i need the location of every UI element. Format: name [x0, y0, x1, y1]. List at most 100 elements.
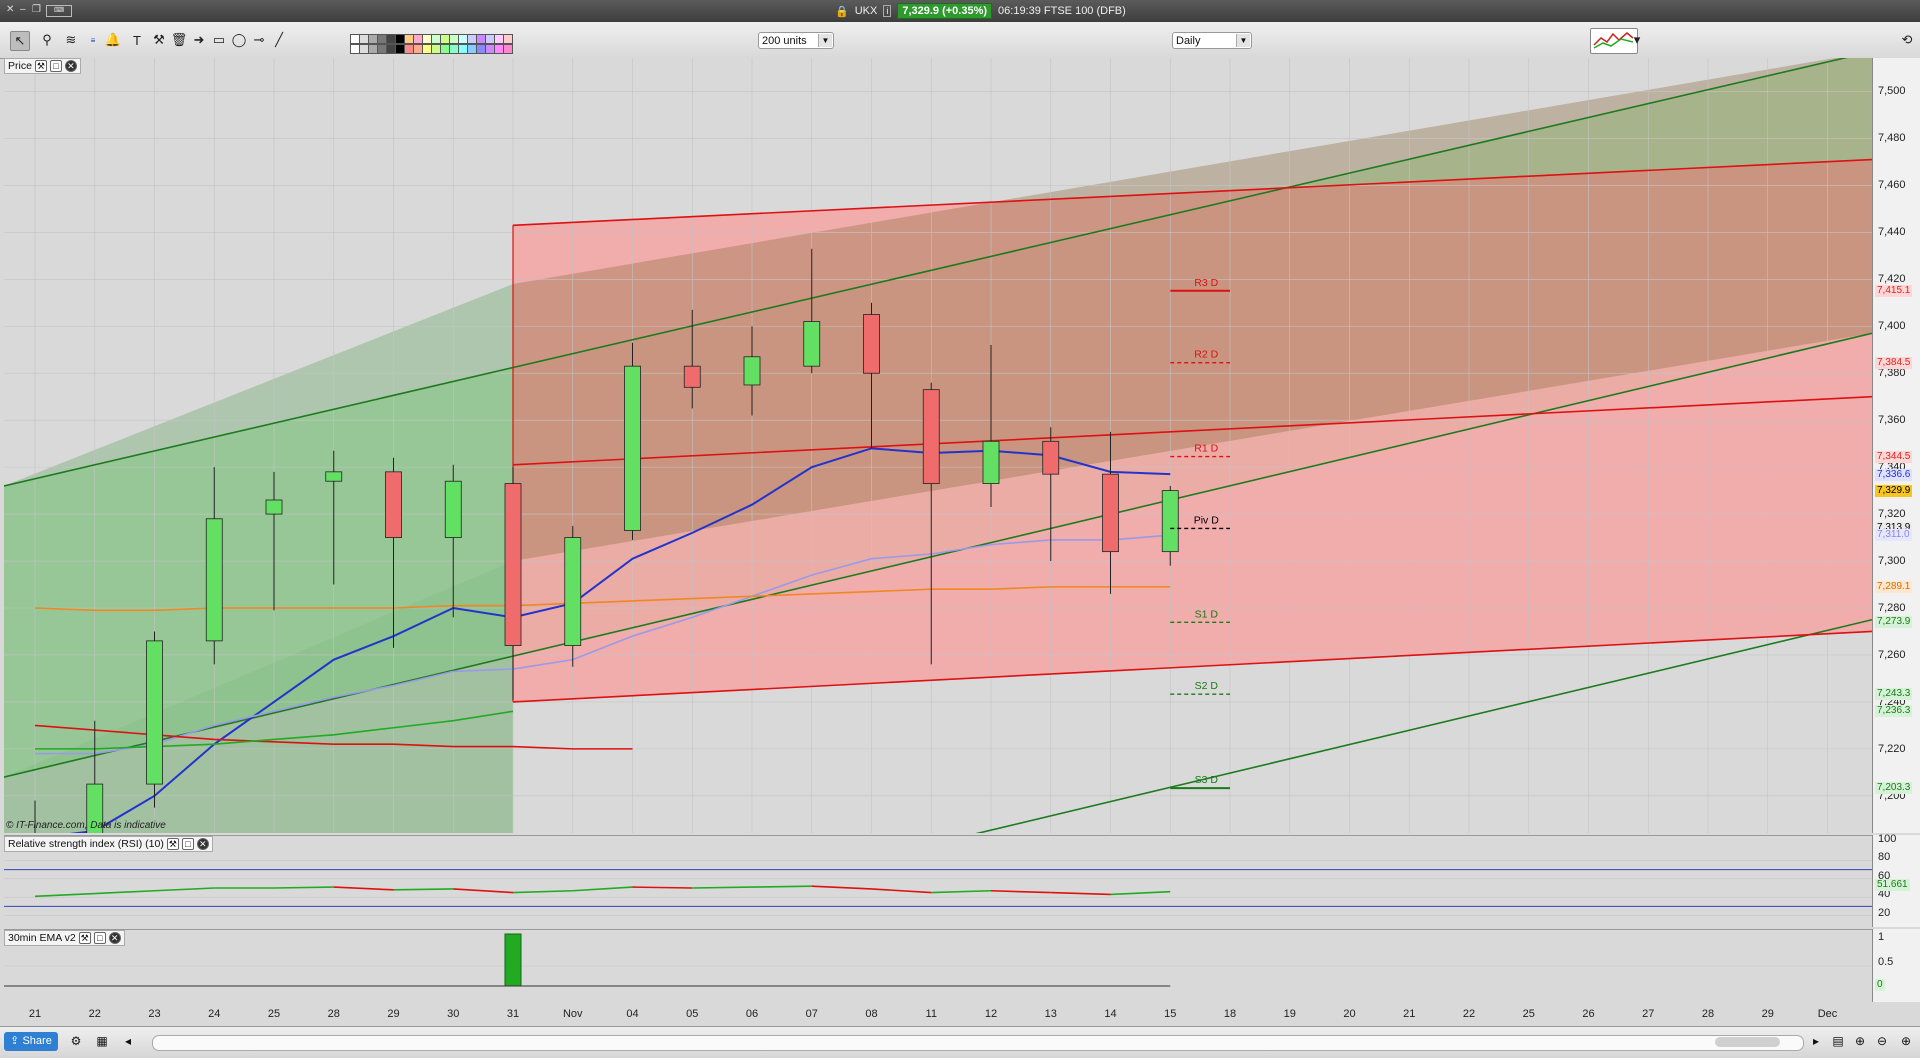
settings-toggle-icon[interactable]: ⟲ — [1898, 31, 1916, 49]
pivot-label: S2 D — [1195, 680, 1219, 692]
lock-icon: 🔒 — [835, 5, 849, 18]
candle[interactable] — [265, 499, 283, 515]
ema-panel-title: 30min EMA v2 — [8, 932, 76, 944]
candle[interactable] — [385, 471, 402, 538]
wrench-icon[interactable]: ⚒ — [78, 932, 91, 944]
close-icon[interactable]: ✕ — [64, 60, 77, 72]
pointer-icon[interactable]: ↖ — [10, 31, 30, 51]
layout-icon[interactable]: ▦ — [94, 1033, 110, 1049]
minimize-icon[interactable]: ‒ — [20, 5, 30, 15]
chart-scale-icon[interactable]: ▤ — [1830, 1033, 1846, 1049]
candle[interactable] — [863, 314, 880, 374]
candle[interactable] — [444, 480, 462, 538]
rsi-line-segment — [1050, 891, 1111, 896]
share-button[interactable]: ⇪ Share — [4, 1032, 58, 1051]
price-tick-label: 7,320 — [1878, 508, 1906, 521]
candle[interactable] — [205, 518, 223, 642]
scroll-right-icon[interactable]: ▸ — [1808, 1033, 1824, 1049]
candle[interactable] — [922, 389, 940, 484]
date-tick-label: Nov — [562, 1008, 583, 1020]
rsi-line-segment — [1110, 890, 1171, 896]
units-select[interactable]: 200 units ▼ — [758, 32, 834, 49]
candle[interactable] — [1042, 440, 1060, 475]
date-tick-label: 13 — [1044, 1008, 1057, 1020]
zoom-fit-icon[interactable]: ⊕ — [1852, 1033, 1868, 1049]
candle[interactable] — [982, 440, 1000, 484]
candle[interactable] — [803, 321, 821, 367]
wrench-icon[interactable]: ⚒ — [34, 60, 47, 72]
rsi-line-segment — [154, 887, 215, 892]
pivot-label: R3 D — [1194, 277, 1218, 289]
wrench-icon[interactable]: ⚒ — [150, 31, 168, 49]
text-tool-icon[interactable]: T — [128, 31, 146, 49]
zoom-in-icon[interactable]: ⊕ — [1898, 1033, 1914, 1049]
price-chart[interactable]: R3 D R2 D R1 D Piv D S1 D S2 D S3 D — [4, 58, 1872, 833]
close-icon[interactable]: ✕ — [108, 932, 121, 944]
price-tick-label: 7,400 — [1878, 320, 1906, 333]
price-axis[interactable]: 7,500 7,480 7,460 7,440 7,420 7,400 7,380 7,360… — [1872, 58, 1920, 849]
maximize-icon[interactable]: □ — [49, 60, 62, 72]
regression-tool-icon[interactable]: ≡ — [84, 31, 102, 49]
wrench-icon[interactable]: ⚒ — [166, 838, 179, 850]
date-tick-label: 22 — [88, 1008, 101, 1020]
close-icon[interactable]: ✕ — [196, 838, 209, 850]
zoom-out-icon[interactable]: ⊖ — [1874, 1033, 1890, 1049]
candle[interactable] — [146, 640, 163, 785]
date-tick-label: 19 — [1283, 1008, 1296, 1020]
alert-bell-icon[interactable]: 🔔 — [104, 31, 122, 49]
ema-panel-header: 30min EMA v2 ⚒ □ ✕ — [4, 930, 125, 946]
color-swatch[interactable] — [503, 44, 513, 54]
date-tick-label: 21 — [28, 1008, 42, 1020]
candle[interactable] — [564, 537, 582, 646]
price-tag: 7,329.9 — [1875, 484, 1913, 497]
line-tool-icon[interactable]: ╱ — [270, 31, 288, 49]
rsi-axis: 100 80 60 40 20 51.661 — [1872, 833, 1920, 927]
price-tick-label: 7,280 — [1878, 602, 1906, 614]
maximize-icon[interactable]: □ — [93, 932, 106, 944]
interval-select[interactable]: Daily ▼ — [1172, 32, 1252, 49]
ema-chart[interactable] — [4, 930, 1872, 1003]
scrollbar-thumb[interactable] — [1715, 1037, 1780, 1047]
ema-value-tag: 0 — [1875, 979, 1885, 991]
maximize-icon[interactable]: □ — [181, 838, 194, 850]
price-panel[interactable]: Price ⚒ □ ✕ R3 D R2 D R1 D Piv D S1 D S2 D S3 … — [4, 58, 1872, 833]
date-tick-label: 11 — [925, 1008, 937, 1020]
settings-icon[interactable]: ⚙ — [68, 1033, 84, 1049]
candle[interactable] — [624, 365, 641, 531]
rsi-chart[interactable] — [4, 836, 1872, 928]
pivot-label: Piv D — [1194, 514, 1220, 526]
rsi-panel[interactable]: Relative strength index (RSI) (10) ⚒ □ ✕ — [4, 835, 1872, 928]
close-icon[interactable]: ✕ — [6, 5, 16, 15]
candle[interactable] — [683, 365, 701, 388]
date-tick-label: 22 — [1462, 1008, 1476, 1020]
candle[interactable] — [325, 471, 343, 482]
horizontal-scrollbar[interactable] — [152, 1035, 1804, 1051]
share-label: Share — [22, 1035, 52, 1047]
ema-panel[interactable]: 30min EMA v2 ⚒ □ ✕ — [4, 929, 1872, 1003]
ellipse-tool-icon[interactable]: ◯ — [230, 31, 248, 49]
fib-tool-icon[interactable]: ≋ — [62, 31, 80, 49]
candle[interactable] — [504, 483, 522, 646]
candle[interactable] — [1161, 490, 1179, 553]
interval-value: Daily — [1176, 35, 1201, 47]
info-icon[interactable]: i — [883, 5, 892, 17]
candle[interactable] — [743, 356, 761, 386]
candle[interactable] — [1102, 473, 1119, 553]
rectangle-tool-icon[interactable]: ▭ — [210, 31, 228, 49]
restore-icon[interactable]: ❐ — [32, 5, 42, 15]
keyboard-icon[interactable]: ⌨ — [46, 5, 72, 17]
trash-icon[interactable]: 🗑 — [170, 31, 188, 49]
arrow-tool-icon[interactable]: ➜ — [190, 31, 208, 49]
scroll-left-icon[interactable]: ◂ — [120, 1033, 136, 1049]
ema-tick-label: 1 — [1878, 931, 1885, 943]
rsi-line-segment — [931, 889, 992, 894]
chevron-down-icon[interactable]: ▾ — [1628, 31, 1646, 49]
window-symbol: UKX — [854, 5, 878, 17]
color-swatch[interactable] — [503, 34, 513, 44]
date-tick-label: 28 — [327, 1008, 340, 1020]
zoom-icon[interactable]: ⚲ — [38, 31, 56, 49]
price-tick-label: 7,500 — [1878, 85, 1906, 98]
price-panel-title: Price — [8, 60, 32, 72]
hline-tool-icon[interactable]: ⊸ — [250, 31, 268, 49]
ema-signal-bar — [504, 933, 522, 987]
